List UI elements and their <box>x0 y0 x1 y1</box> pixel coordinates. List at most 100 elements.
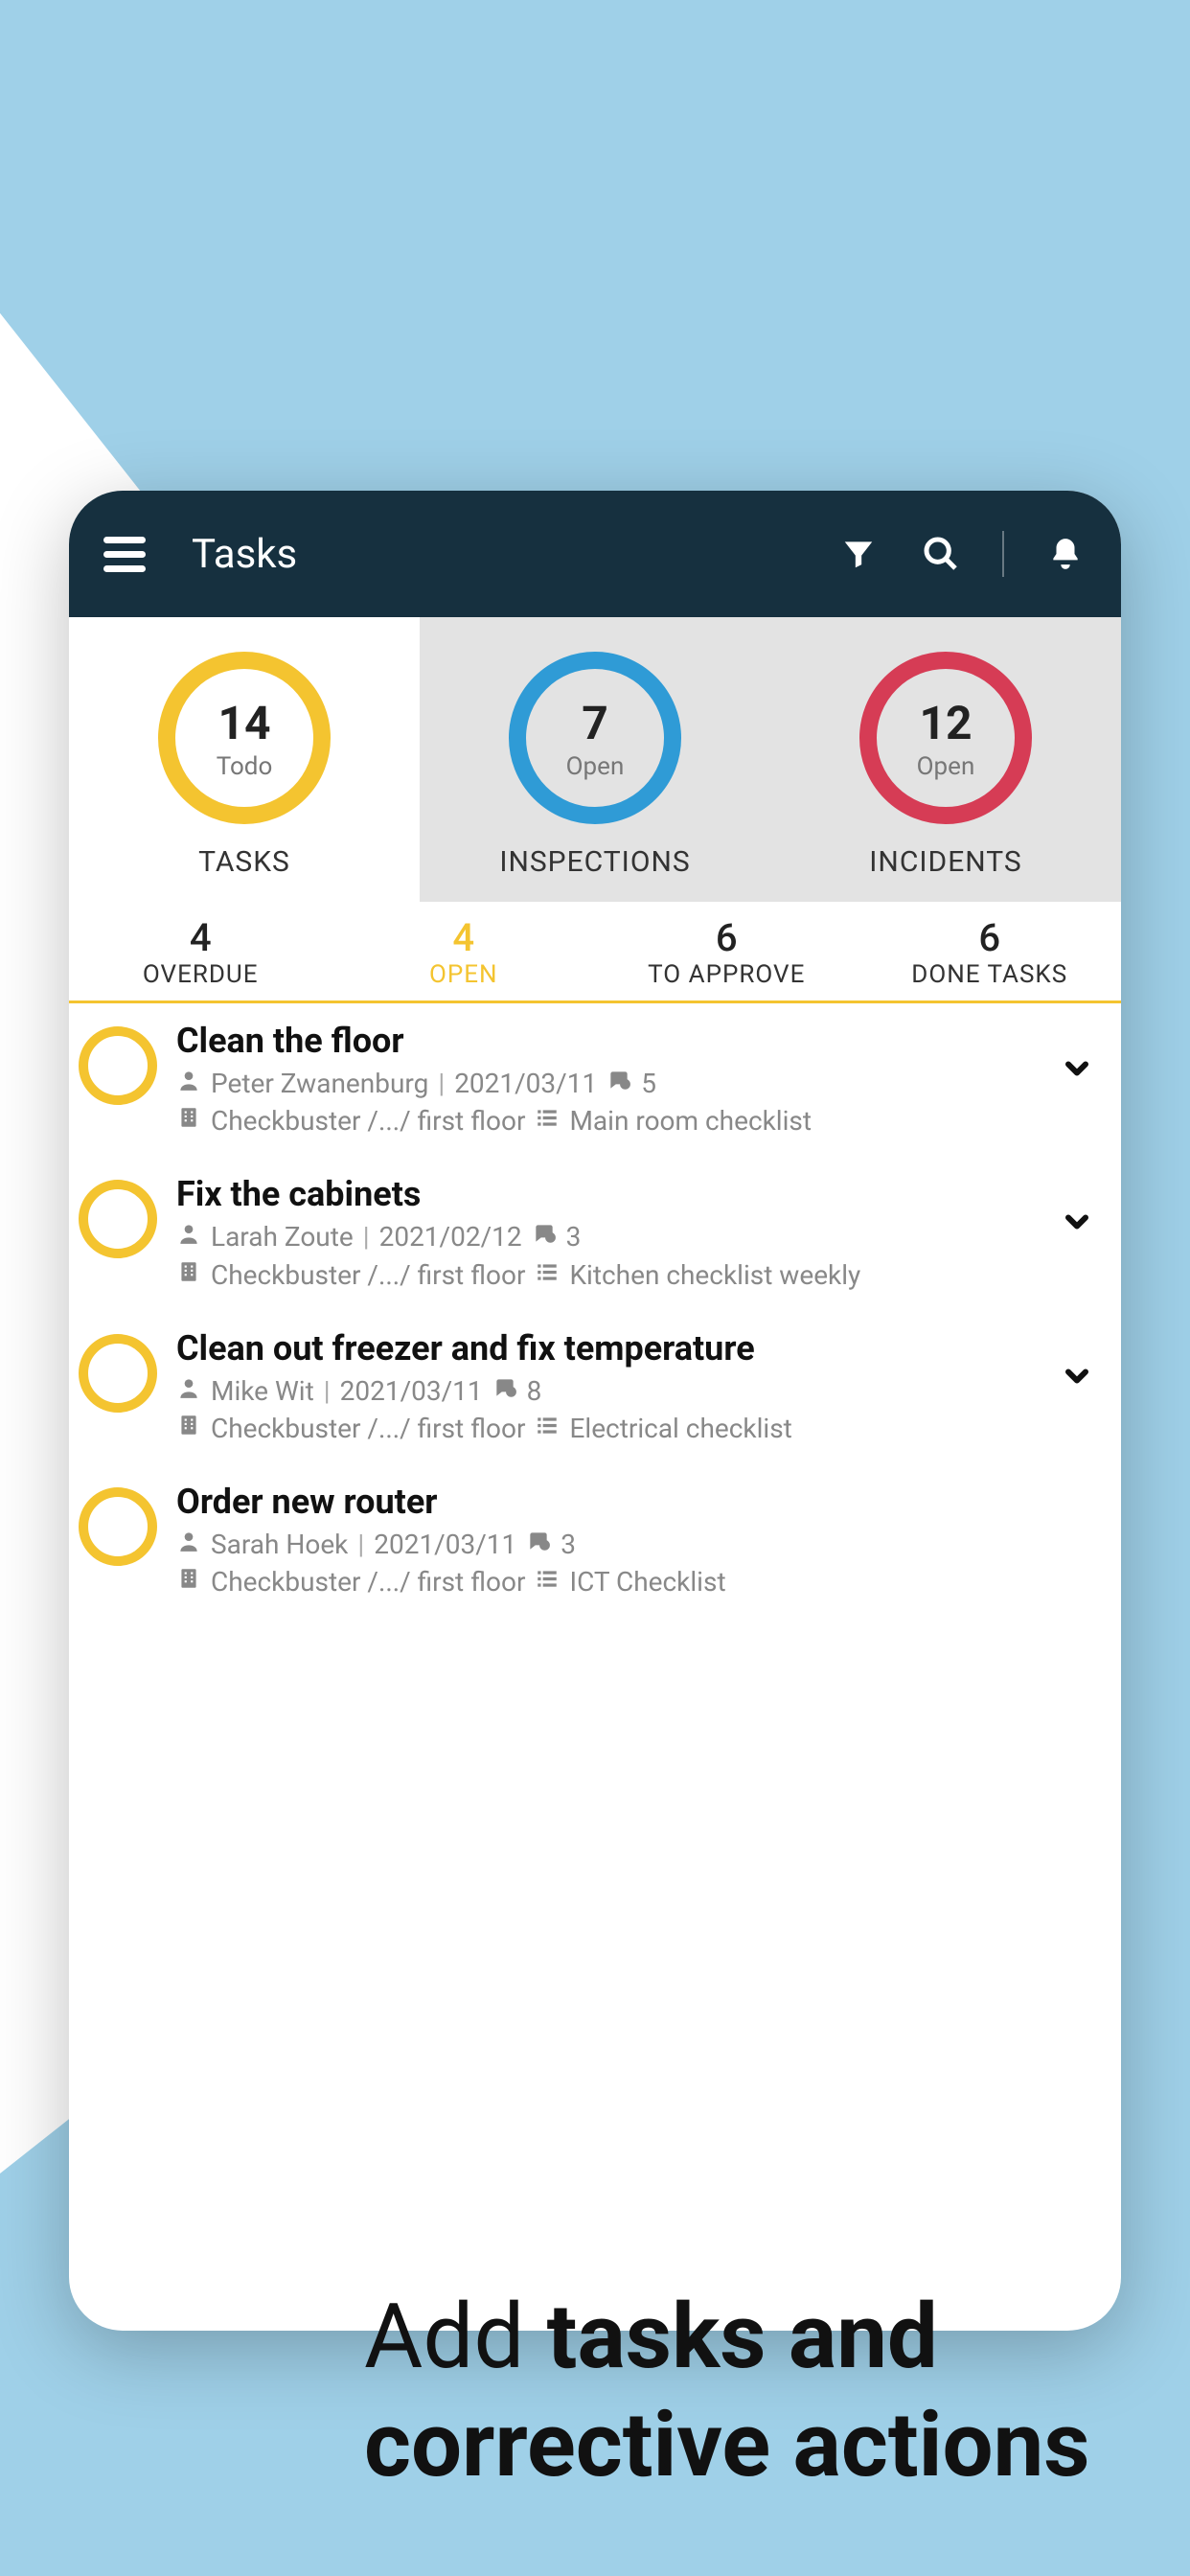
task-checklist: Main room checklist <box>569 1102 812 1139</box>
summary-tab-tasks[interactable]: 14 Todo TASKS <box>69 617 420 902</box>
summary-count: 7 <box>582 696 608 750</box>
task-comments: 3 <box>561 1526 576 1563</box>
summary-status: Open <box>917 752 975 781</box>
summary-tab-inspections[interactable]: 7 Open INSPECTIONS <box>420 617 770 902</box>
task-status-circle[interactable] <box>79 1487 157 1566</box>
task-meta: Mike Wit | 2021/03/11 8 <box>176 1372 1037 1410</box>
summary-count: 12 <box>919 696 972 750</box>
task-content: Order new router Sarah Hoek | 2021/03/11… <box>176 1482 1098 1600</box>
list-icon <box>535 1410 560 1447</box>
task-comments: 3 <box>566 1218 582 1255</box>
task-status-circle[interactable] <box>79 1334 157 1413</box>
task-path-row: Checkbuster /.../ first floor ICT Checkl… <box>176 1563 1098 1600</box>
building-icon <box>176 1256 201 1294</box>
task-path-row: Checkbuster /.../ first floor Electrical… <box>176 1410 1037 1447</box>
bell-icon[interactable] <box>1044 533 1087 575</box>
task-date: 2021/03/11 <box>340 1372 483 1410</box>
task-path: Checkbuster /.../ first floor <box>211 1410 525 1447</box>
task-item[interactable]: Clean out freezer and fix temperature Mi… <box>69 1311 1121 1464</box>
person-icon <box>176 1065 201 1102</box>
task-content: Clean out freezer and fix temperature Mi… <box>176 1328 1037 1447</box>
task-date: 2021/02/12 <box>379 1218 522 1255</box>
summary-ring: 7 Open <box>509 652 681 824</box>
task-title: Order new router <box>176 1482 1098 1522</box>
summary-ring: 14 Todo <box>158 652 331 824</box>
task-item[interactable]: Order new router Sarah Hoek | 2021/03/11… <box>69 1464 1121 1618</box>
phone-frame: Tasks 14 Todo TASKS 7 Open INSPECTIONS <box>69 491 1121 2331</box>
filter-label: TO APPROVE <box>595 960 858 989</box>
task-assignee: Mike Wit <box>211 1372 314 1410</box>
person-icon <box>176 1372 201 1410</box>
chevron-down-icon[interactable] <box>1056 1355 1098 1397</box>
filter-count: 6 <box>595 915 858 960</box>
task-date: 2021/03/11 <box>374 1526 516 1563</box>
comments-icon <box>526 1526 551 1563</box>
list-icon <box>535 1256 560 1294</box>
summary-status: Todo <box>217 752 273 781</box>
task-content: Clean the floor Peter Zwanenburg | 2021/… <box>176 1021 1037 1139</box>
building-icon <box>176 1102 201 1139</box>
task-item[interactable]: Clean the floor Peter Zwanenburg | 2021/… <box>69 1003 1121 1157</box>
comments-icon <box>492 1372 517 1410</box>
menu-icon[interactable] <box>103 537 146 572</box>
summary-tab-incidents[interactable]: 12 Open INCIDENTS <box>770 617 1121 902</box>
task-status-circle[interactable] <box>79 1026 157 1105</box>
task-checklist: Electrical checklist <box>569 1410 791 1447</box>
building-icon <box>176 1563 201 1600</box>
summary-status: Open <box>566 752 625 781</box>
task-checklist: Kitchen checklist weekly <box>569 1256 860 1294</box>
list-icon <box>535 1102 560 1139</box>
task-meta: Peter Zwanenburg | 2021/03/11 5 <box>176 1065 1037 1102</box>
promo-text: Add tasks and corrective actions <box>364 2283 1090 2499</box>
header-divider <box>1002 531 1004 577</box>
filter-count: 4 <box>69 915 332 960</box>
task-date: 2021/03/11 <box>454 1065 597 1102</box>
person-icon <box>176 1526 201 1563</box>
summary-ring: 12 Open <box>859 652 1032 824</box>
task-path: Checkbuster /.../ first floor <box>211 1563 525 1600</box>
list-icon <box>535 1563 560 1600</box>
task-title: Clean out freezer and fix temperature <box>176 1328 1037 1368</box>
task-checklist: ICT Checklist <box>569 1563 725 1600</box>
task-assignee: Larah Zoute <box>211 1218 354 1255</box>
filter-tab-overdue[interactable]: 4 OVERDUE <box>69 902 332 1000</box>
filter-label: DONE TASKS <box>858 960 1122 989</box>
task-title: Fix the cabinets <box>176 1174 1037 1214</box>
task-list: Clean the floor Peter Zwanenburg | 2021/… <box>69 1003 1121 1619</box>
task-meta: Larah Zoute | 2021/02/12 3 <box>176 1218 1037 1255</box>
filter-tab-to-approve[interactable]: 6 TO APPROVE <box>595 902 858 1000</box>
summary-title: INCIDENTS <box>869 845 1021 879</box>
task-meta: Sarah Hoek | 2021/03/11 3 <box>176 1526 1098 1563</box>
task-path: Checkbuster /.../ first floor <box>211 1102 525 1139</box>
task-path-row: Checkbuster /.../ first floor Kitchen ch… <box>176 1256 1037 1294</box>
app-header: Tasks <box>69 491 1121 617</box>
filter-icon[interactable] <box>837 533 880 575</box>
task-comments: 8 <box>527 1372 542 1410</box>
task-path-row: Checkbuster /.../ first floor Main room … <box>176 1102 1037 1139</box>
filter-label: OPEN <box>332 960 596 989</box>
filter-tab-open[interactable]: 4 OPEN <box>332 902 596 1000</box>
task-path: Checkbuster /.../ first floor <box>211 1256 525 1294</box>
filter-tab-done-tasks[interactable]: 6 DONE TASKS <box>858 902 1122 1000</box>
task-assignee: Peter Zwanenburg <box>211 1065 428 1102</box>
task-title: Clean the floor <box>176 1021 1037 1061</box>
summary-title: TASKS <box>198 845 290 879</box>
task-comments: 5 <box>641 1065 656 1102</box>
summary-tabs: 14 Todo TASKS 7 Open INSPECTIONS 12 Open… <box>69 617 1121 902</box>
filter-label: OVERDUE <box>69 960 332 989</box>
task-item[interactable]: Fix the cabinets Larah Zoute | 2021/02/1… <box>69 1157 1121 1310</box>
building-icon <box>176 1410 201 1447</box>
task-status-circle[interactable] <box>79 1180 157 1258</box>
filter-tabs: 4 OVERDUE 4 OPEN 6 TO APPROVE 6 DONE TAS… <box>69 902 1121 1003</box>
comments-icon <box>532 1218 557 1255</box>
summary-count: 14 <box>217 696 270 750</box>
comments-icon <box>606 1065 631 1102</box>
header-actions <box>837 531 1087 577</box>
task-assignee: Sarah Hoek <box>211 1526 348 1563</box>
header-title: Tasks <box>192 531 837 578</box>
filter-count: 6 <box>858 915 1122 960</box>
chevron-down-icon[interactable] <box>1056 1047 1098 1090</box>
chevron-down-icon[interactable] <box>1056 1201 1098 1243</box>
search-icon[interactable] <box>920 533 962 575</box>
person-icon <box>176 1218 201 1255</box>
